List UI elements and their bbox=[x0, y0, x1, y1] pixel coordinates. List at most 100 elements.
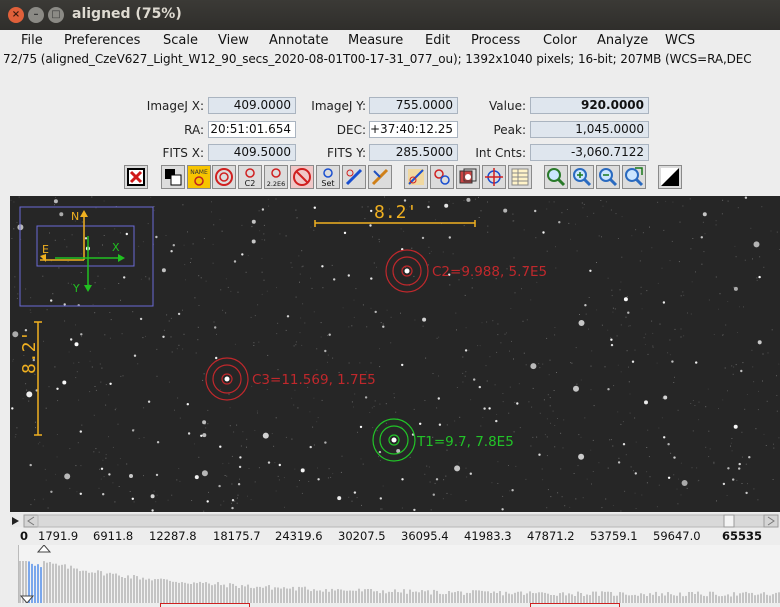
play-icon bbox=[12, 517, 19, 525]
histogram-bar bbox=[667, 592, 669, 603]
close-window-button[interactable]: × bbox=[8, 7, 24, 23]
show-name-button[interactable]: NAME bbox=[187, 165, 211, 189]
show-peak-button[interactable]: 2.2E6 bbox=[264, 165, 288, 189]
star bbox=[695, 361, 698, 364]
invert-image-button[interactable] bbox=[161, 165, 185, 189]
noise-pixel bbox=[480, 210, 482, 212]
noise-pixel bbox=[609, 439, 611, 441]
star bbox=[231, 499, 235, 502]
min-field-edge[interactable] bbox=[160, 603, 250, 607]
multi-plot-button[interactable] bbox=[430, 165, 454, 189]
menu-measure[interactable]: Measure bbox=[348, 33, 403, 48]
multi-aperture-button[interactable] bbox=[404, 165, 428, 189]
histogram-panel[interactable] bbox=[18, 545, 780, 604]
zoom-in-button[interactable] bbox=[570, 165, 594, 189]
star bbox=[161, 268, 166, 273]
noise-pixel bbox=[95, 389, 97, 391]
noise-pixel bbox=[731, 450, 733, 452]
histogram-bar bbox=[586, 594, 588, 603]
noise-pixel bbox=[153, 490, 155, 492]
measurements-table-button[interactable] bbox=[508, 165, 532, 189]
noise-pixel bbox=[620, 510, 622, 512]
menu-wcs[interactable]: WCS bbox=[665, 33, 695, 48]
noise-pixel bbox=[593, 212, 595, 214]
fits-x-field[interactable]: 409.5000 bbox=[208, 144, 296, 161]
noise-pixel bbox=[219, 388, 221, 390]
histogram-bar bbox=[583, 596, 585, 603]
value-field[interactable]: 920.0000 bbox=[530, 97, 649, 114]
imagej-y-field[interactable]: 755.0000 bbox=[369, 97, 458, 114]
dec-field[interactable]: +37:40:12.25 bbox=[369, 121, 458, 138]
ra-field[interactable]: 20:51:01.654 bbox=[208, 121, 296, 138]
remove-aperture-button[interactable] bbox=[290, 165, 314, 189]
compass-y-label: Y bbox=[72, 282, 80, 295]
aperture-tool-button[interactable] bbox=[212, 165, 236, 189]
menu-scale[interactable]: Scale bbox=[163, 33, 198, 48]
image-canvas[interactable]: N E X Y 8.2' 8.2' C2=9.988, 5.7E5 C3=11.… bbox=[10, 196, 780, 512]
histogram-bar bbox=[73, 568, 75, 603]
zoom-full-button[interactable] bbox=[622, 165, 646, 189]
noise-pixel bbox=[521, 288, 522, 290]
histogram-bar bbox=[403, 589, 405, 603]
menu-annotate[interactable]: Annotate bbox=[269, 33, 328, 48]
menu-color[interactable]: Color bbox=[543, 33, 577, 48]
noise-pixel bbox=[478, 196, 479, 198]
noise-pixel bbox=[427, 264, 429, 266]
noise-pixel bbox=[429, 252, 431, 254]
histogram-bar bbox=[283, 587, 285, 603]
noise-pixel bbox=[258, 210, 260, 212]
menu-view[interactable]: View bbox=[218, 33, 249, 48]
noise-pixel bbox=[626, 296, 628, 297]
tick-label: 6911.8 bbox=[93, 529, 134, 543]
menu-process[interactable]: Process bbox=[471, 33, 520, 48]
noise-pixel bbox=[143, 475, 144, 477]
multi-aperture-icon bbox=[408, 169, 424, 185]
noise-pixel bbox=[403, 230, 405, 232]
int-cnts-field[interactable]: -3,060.7122 bbox=[530, 144, 649, 161]
imagej-x-field[interactable]: 409.0000 bbox=[208, 97, 296, 114]
noise-pixel bbox=[465, 500, 467, 502]
noise-pixel bbox=[438, 336, 440, 338]
aperture-t1-label: T1=9.7, 7.8E5 bbox=[416, 434, 514, 450]
menu-analyze[interactable]: Analyze bbox=[597, 33, 648, 48]
noise-pixel bbox=[257, 304, 259, 306]
max-field-edge[interactable] bbox=[530, 603, 620, 607]
noise-pixel bbox=[611, 289, 613, 291]
minimize-window-button[interactable]: – bbox=[28, 7, 44, 23]
histogram-bar bbox=[709, 591, 711, 603]
set-aperture-button[interactable]: Set bbox=[316, 165, 340, 189]
show-c2-button[interactable]: C2 bbox=[238, 165, 262, 189]
zoom-fit-button[interactable] bbox=[544, 165, 568, 189]
noise-pixel bbox=[302, 303, 304, 305]
star bbox=[261, 208, 265, 211]
aperture-c2 bbox=[385, 249, 429, 293]
histogram-bar bbox=[139, 579, 141, 603]
histogram-bar bbox=[460, 591, 462, 603]
align-stack-button[interactable] bbox=[456, 165, 480, 189]
histogram-bar bbox=[496, 593, 498, 603]
edit-apertures-button[interactable] bbox=[342, 165, 366, 189]
zoom-out-button[interactable] bbox=[596, 165, 620, 189]
star bbox=[147, 400, 151, 403]
noise-pixel bbox=[378, 241, 380, 243]
clear-overlay-button[interactable] bbox=[124, 165, 148, 189]
noise-pixel bbox=[428, 201, 430, 203]
histogram-bar bbox=[748, 593, 750, 603]
star bbox=[267, 461, 271, 464]
menu-file[interactable]: File bbox=[21, 33, 43, 48]
peak-field[interactable]: 1,045.0000 bbox=[530, 121, 649, 138]
histogram-bar bbox=[658, 596, 660, 603]
histogram-bar bbox=[532, 593, 534, 603]
noise-pixel bbox=[755, 428, 757, 430]
maximize-window-button[interactable]: □ bbox=[48, 7, 64, 23]
menu-edit[interactable]: Edit bbox=[425, 33, 450, 48]
star bbox=[644, 400, 648, 405]
noise-pixel bbox=[523, 229, 525, 231]
fits-y-field[interactable]: 285.5000 bbox=[369, 144, 458, 161]
clear-apertures-button[interactable] bbox=[368, 165, 392, 189]
center-target-button[interactable] bbox=[482, 165, 506, 189]
noise-pixel bbox=[667, 352, 669, 354]
contrast-toggle-button[interactable] bbox=[658, 165, 682, 189]
histogram-bar bbox=[265, 586, 267, 603]
menu-preferences[interactable]: Preferences bbox=[64, 33, 140, 48]
